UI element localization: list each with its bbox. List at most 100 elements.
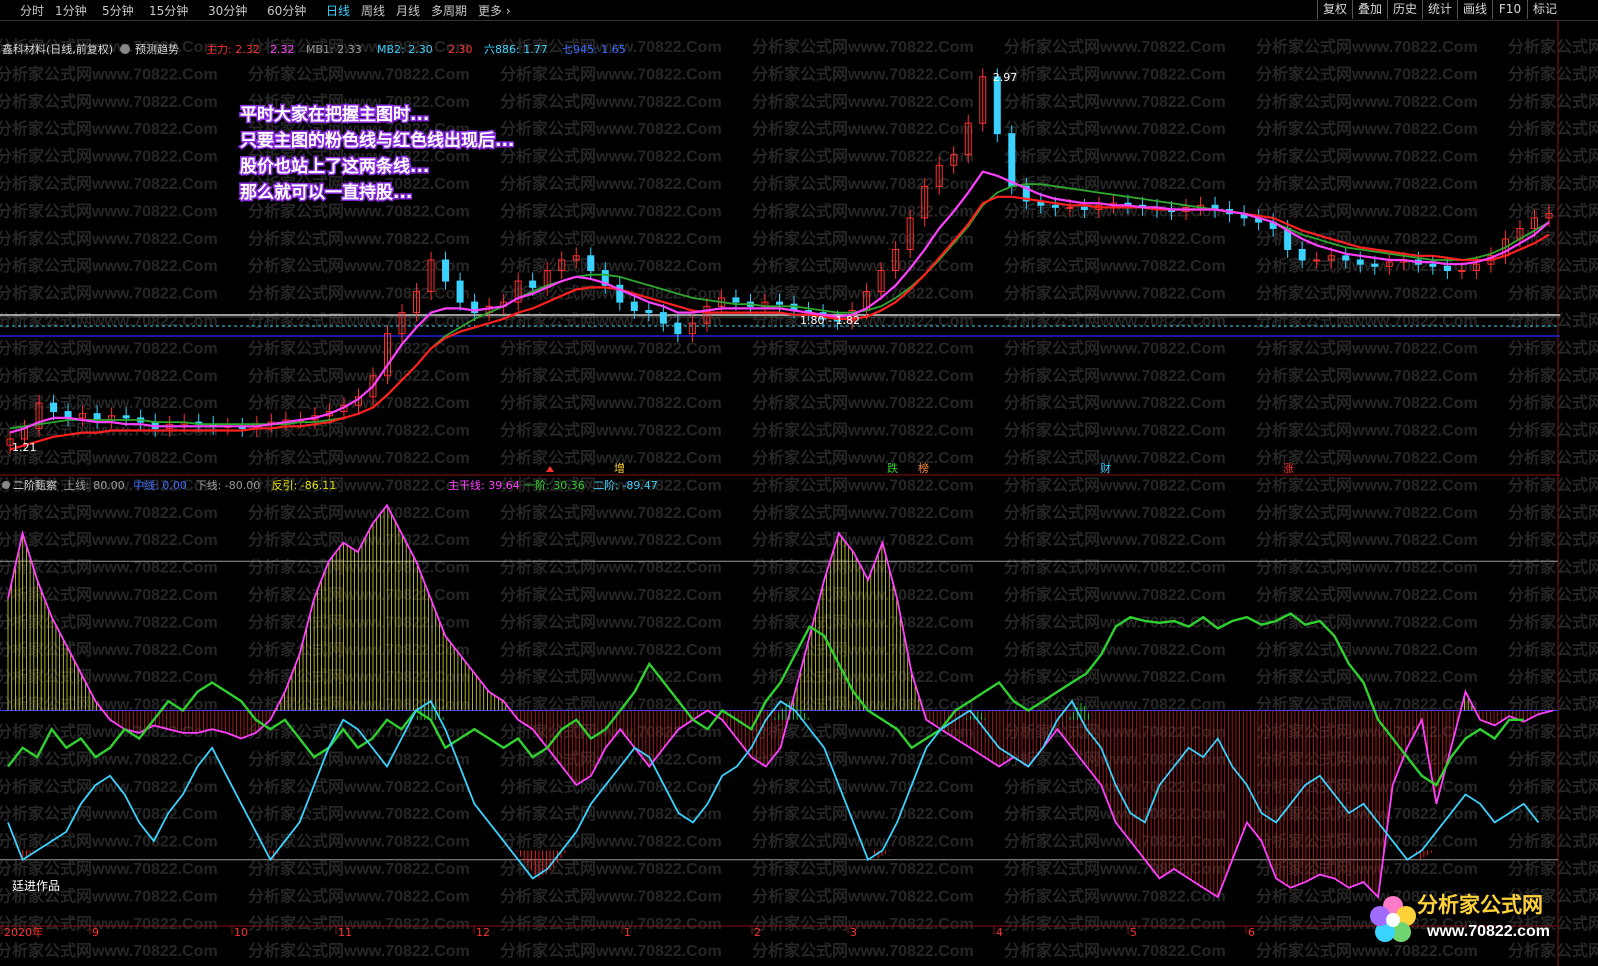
watermark-text: 分析家公式网www.70822.Com (1508, 92, 1598, 111)
watermark-text: 分析家公式网www.70822.Com (0, 941, 218, 960)
toolbar-button-2[interactable]: 历史 (1387, 0, 1422, 19)
watermark-text: 分析家公式网www.70822.Com (1004, 338, 1226, 357)
watermark-text: 分析家公式网www.70822.Com (0, 338, 218, 357)
watermark-text: 分析家公式网www.70822.Com (1508, 311, 1598, 330)
period-8[interactable]: 月线 (396, 2, 420, 19)
watermark-text: 分析家公式网www.70822.Com (1004, 256, 1226, 275)
candle-body (1008, 133, 1016, 187)
watermark-text: 分析家公式网www.70822.Com (752, 914, 974, 933)
candle-body (456, 280, 464, 303)
ma-green-line (9, 183, 1550, 430)
watermark-text: 分析家公式网www.70822.Com (1508, 284, 1598, 303)
watermark-text: 分析家公式网www.70822.Com (248, 503, 470, 522)
period-3[interactable]: 15分钟 (149, 2, 188, 19)
main-indicator-3: MB2: 2.30 (377, 43, 433, 56)
watermark-text: 分析家公式网www.70822.Com (752, 804, 974, 823)
watermark-text: 分析家公式网www.70822.Com (1004, 832, 1226, 851)
period-10[interactable]: 更多 › (478, 2, 511, 19)
watermark-text: 分析家公式网www.70822.Com (1508, 201, 1598, 220)
candle-body (674, 322, 682, 335)
watermark-text: 分析家公式网www.70822.Com (1508, 585, 1598, 604)
candle-body (587, 255, 595, 272)
author-label: 廷进作品 (12, 879, 60, 893)
toolbar-button-3[interactable]: 统计 (1422, 0, 1457, 19)
watermark-text: 分析家公式网www.70822.Com (1004, 667, 1226, 686)
watermark-text: 分析家公式网www.70822.Com (500, 832, 722, 851)
high-label: 2.97 (993, 71, 1018, 84)
watermark-text: 分析家公式网www.70822.Com (500, 941, 722, 960)
watermark-text: 分析家公式网www.70822.Com (500, 64, 722, 83)
candle-body (732, 297, 740, 303)
watermark-text: 分析家公式网www.70822.Com (248, 585, 470, 604)
event-marker-1: 跌 (887, 461, 898, 475)
watermark-text: 分析家公式网www.70822.Com (500, 612, 722, 631)
watermark-text: 分析家公式网www.70822.Com (500, 640, 722, 659)
candle-body (442, 259, 450, 282)
toolbar-button-6[interactable]: 标记 (1527, 0, 1562, 19)
watermark-text: 分析家公式网www.70822.Com (0, 503, 218, 522)
candle-body (1443, 265, 1451, 272)
watermark-text: 分析家公式网www.70822.Com (1256, 147, 1478, 166)
watermark-text: 分析家公式网www.70822.Com (0, 119, 218, 138)
sub-toggle-icon (2, 481, 10, 489)
annotation-line: 股价也站上了这两条线... (240, 156, 429, 177)
watermark-text: 分析家公式网www.70822.Com (248, 64, 470, 83)
candle-body (1371, 263, 1379, 267)
watermark-text: 分析家公式网www.70822.Com (500, 722, 722, 741)
main-indicator-2: MB1: 2.33 (306, 43, 362, 56)
period-6[interactable]: 日线 (326, 2, 350, 19)
candle-body (50, 402, 58, 413)
period-9[interactable]: 多周期 (431, 2, 467, 19)
watermark-text: 分析家公式网www.70822.Com (248, 338, 470, 357)
toolbar-button-0[interactable]: 复权 (1317, 0, 1352, 19)
watermark-text: 分析家公式网www.70822.Com (1508, 119, 1598, 138)
watermark-text: 分析家公式网www.70822.Com (248, 201, 470, 220)
watermark-text: 分析家公式网www.70822.Com (1508, 530, 1598, 549)
watermark-text: 分析家公式网www.70822.Com (1256, 37, 1478, 56)
watermark-text: 分析家公式网www.70822.Com (752, 201, 974, 220)
watermark-text: 分析家公式网www.70822.Com (0, 530, 218, 549)
watermark-text: 分析家公式网www.70822.Com (0, 749, 218, 768)
watermark-text: 分析家公式网www.70822.Com (1256, 284, 1478, 303)
watermark-text: 分析家公式网www.70822.Com (1508, 667, 1598, 686)
sub-indicator-6: 二阶: -89.47 (593, 478, 658, 492)
candle-body (776, 301, 783, 305)
watermark-text: 分析家公式网www.70822.Com (1004, 640, 1226, 659)
watermark-text: 分析家公式网www.70822.Com (1256, 338, 1478, 357)
sub-title: 二阶甄察 (13, 478, 57, 492)
watermark-text: 分析家公式网www.70822.Com (248, 448, 470, 467)
toolbar-button-4[interactable]: 画线 (1457, 0, 1492, 19)
period-1[interactable]: 1分钟 (55, 2, 87, 19)
main-indicator-0: 主力: 2.32 (206, 43, 260, 56)
period-5[interactable]: 60分钟 (267, 2, 306, 19)
period-2[interactable]: 5分钟 (102, 2, 134, 19)
watermark-text: 分析家公式网www.70822.Com (248, 832, 470, 851)
axis-tick-label: 4 (996, 926, 1003, 939)
watermark-text: 分析家公式网www.70822.Com (752, 585, 974, 604)
watermark-text: 分析家公式网www.70822.Com (1256, 119, 1478, 138)
toolbar-button-1[interactable]: 叠加 (1352, 0, 1387, 19)
watermark-text: 分析家公式网www.70822.Com (1256, 859, 1478, 878)
watermark-text: 分析家公式网www.70822.Com (500, 667, 722, 686)
watermark-text: 分析家公式网www.70822.Com (500, 448, 722, 467)
period-7[interactable]: 周线 (361, 2, 385, 19)
period-0[interactable]: 分时 (20, 2, 44, 19)
watermark-text: 分析家公式网www.70822.Com (248, 859, 470, 878)
watermark-text: 分析家公式网www.70822.Com (752, 64, 974, 83)
toolbar-button-5[interactable]: F10 (1492, 0, 1527, 19)
watermark-text: 分析家公式网www.70822.Com (1004, 859, 1226, 878)
event-marker-2: 榜 (918, 461, 929, 475)
watermark-text: 分析家公式网www.70822.Com (752, 640, 974, 659)
watermark-text: 分析家公式网www.70822.Com (752, 612, 974, 631)
watermark-text: 分析家公式网www.70822.Com (1004, 448, 1226, 467)
axis-tick-label: 3 (850, 926, 857, 939)
watermark-text: 分析家公式网www.70822.Com (1256, 749, 1478, 768)
period-4[interactable]: 30分钟 (208, 2, 247, 19)
watermark-text: 分析家公式网www.70822.Com (1256, 366, 1478, 385)
watermark-text: 分析家公式网www.70822.Com (248, 284, 470, 303)
watermark-text: 分析家公式网www.70822.Com (500, 92, 722, 111)
predict-label: 预测趋势 (135, 43, 179, 56)
watermark-text: 分析家公式网www.70822.Com (500, 147, 722, 166)
axis-tick-label: 1 (624, 926, 631, 939)
watermark-text: 分析家公式网www.70822.Com (1508, 64, 1598, 83)
